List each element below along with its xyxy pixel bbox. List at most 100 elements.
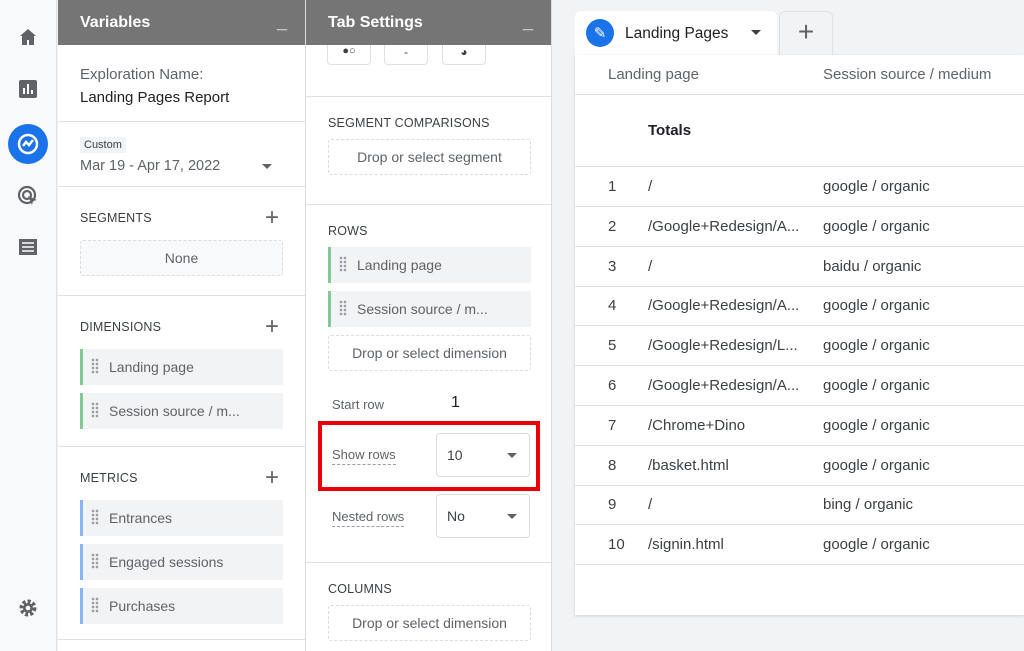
left-nav-rail [0,0,57,651]
configure-icon[interactable] [12,231,44,263]
metric-chip[interactable]: Purchases [80,588,283,624]
source-medium-cell: baidu / organic [823,258,921,275]
landing-page-cell: / [648,178,652,195]
date-range-picker[interactable]: Custom Mar 19 - Apr 17, 2022 [58,122,305,187]
scatter-viz-icon[interactable]: ●○ [327,45,371,65]
minimize-button[interactable]: _ [523,12,533,33]
landing-page-cell: /Google+Redesign/A... [648,297,799,314]
variables-panel: Variables_ Exploration Name: Landing Pag… [58,0,306,651]
chip-label: Entrances [109,510,172,526]
table-row[interactable]: 6/Google+Redesign/A...google / organic [575,366,1024,406]
exploration-name-input[interactable]: Landing Pages Report [80,89,229,106]
totals-label: Totals [648,122,691,139]
source-medium-cell: google / organic [823,377,930,394]
start-row-input[interactable]: 1 [451,394,460,412]
table-row[interactable]: 3 / baidu / organic [575,247,1024,287]
metric-chip[interactable]: Engaged sessions [80,544,283,580]
source-medium-cell: google / organic [823,536,930,553]
home-icon[interactable] [12,21,44,53]
source-medium-cell: google / organic [823,417,930,434]
add-tab-button[interactable]: + [779,11,833,56]
chevron-down-icon [507,453,517,463]
landing-page-cell: /Google+Redesign/L... [648,337,798,354]
chip-label: Purchases [109,598,175,614]
dimension-drop-zone[interactable]: Drop or select dimension [328,335,531,371]
row-chip[interactable]: Session source / m... [328,291,531,327]
row-index: 6 [608,377,616,394]
landing-page-cell: /Chrome+Dino [648,417,745,434]
geo-map-icon[interactable]: ◕ [442,45,486,65]
table-row[interactable]: 10/signin.html google / organic [575,525,1024,565]
column-drop-zone[interactable]: Drop or select dimension [328,605,531,641]
report-table: Landing page Session source / medium Tot… [575,55,1024,615]
source-medium-cell: google / organic [823,218,930,235]
segments-section: SEGMENTS + None [58,187,305,296]
show-rows-select[interactable]: 10 [436,433,530,477]
dimension-chip[interactable]: Session source / m... [80,393,283,429]
chevron-down-icon[interactable] [751,30,761,40]
drag-handle-icon[interactable] [91,509,99,525]
chip-label: Engaged sessions [109,554,223,570]
source-medium-cell: google / organic [823,178,930,195]
rows-title: ROWS [328,224,368,238]
nested-rows-label: Nested rows [332,509,404,524]
dimensions-title: DIMENSIONS [80,320,161,334]
tab-settings-header: Tab Settings _ [306,0,551,45]
explore-icon[interactable] [8,124,48,164]
row-index: 10 [608,536,625,553]
chip-label: Session source / m... [357,301,488,317]
table-row[interactable]: 4/Google+Redesign/A...google / organic [575,286,1024,326]
date-range: Mar 19 - Apr 17, 2022 [80,158,220,174]
row-index: 3 [608,258,616,275]
minimize-button[interactable]: _ [277,12,287,33]
nested-rows-select[interactable]: No [436,494,530,538]
exploration-name-section: Exploration Name: Landing Pages Report [58,45,305,122]
column-header[interactable]: Landing page [608,66,699,83]
row-index: 8 [608,457,616,474]
show-rows-label: Show rows [332,447,396,462]
table-header: Landing page Session source / medium [575,55,1024,95]
drag-handle-icon[interactable] [91,597,99,613]
chevron-down-icon [262,164,272,174]
chevron-down-icon [507,514,517,524]
table-row[interactable]: 7/Chrome+Dinogoogle / organic [575,406,1024,446]
chip-label: Landing page [357,257,442,273]
tab-landing-pages[interactable]: ✎ Landing Pages [575,11,777,56]
pencil-icon[interactable]: ✎ [586,19,614,47]
panel-title: Tab Settings [328,14,423,31]
advertising-icon[interactable] [12,180,44,212]
landing-page-cell: /signin.html [648,536,724,553]
drag-handle-icon[interactable] [91,402,99,418]
landing-page-cell: /basket.html [648,457,729,474]
add-metric-button[interactable]: + [265,466,279,490]
source-medium-cell: google / organic [823,337,930,354]
table-row[interactable]: 8/basket.htmlgoogle / organic [575,446,1024,486]
date-badge: Custom [80,137,126,153]
row-chip[interactable]: Landing page [328,247,531,283]
landing-page-cell: / [648,258,652,275]
column-header[interactable]: Session source / medium [823,66,991,83]
segment-drop-zone[interactable]: Drop or select segment [328,139,531,175]
table-row[interactable]: 1/google / organic [575,167,1024,207]
table-row[interactable]: 2/Google+Redesign/A...google / organic [575,207,1024,247]
dimension-chip[interactable]: Landing page [80,349,283,385]
dimensions-section: DIMENSIONS + Landing page Session source… [58,296,305,447]
add-segment-button[interactable]: + [265,206,279,230]
row-index: 5 [608,337,616,354]
drag-handle-icon[interactable] [91,358,99,374]
line-viz-icon[interactable]: - [384,45,428,65]
landing-page-cell: / [648,496,652,513]
gear-icon[interactable] [12,592,44,624]
drag-handle-icon[interactable] [339,300,347,316]
metric-chip[interactable]: Entrances [80,500,283,536]
table-row[interactable]: 9/bing / organic [575,485,1024,525]
drag-handle-icon[interactable] [91,553,99,569]
table-row[interactable]: 5/Google+Redesign/L... google / organic [575,326,1024,366]
add-dimension-button[interactable]: + [265,315,279,339]
segment-comparisons-section: SEGMENT COMPARISONS Drop or select segme… [306,97,551,205]
segment-none[interactable]: None [80,240,283,276]
tab-settings-panel: Tab Settings _ ●○ - ◕ SEGMENT COMPARISONS… [306,0,552,651]
reports-icon[interactable] [12,73,44,105]
drag-handle-icon[interactable] [339,256,347,272]
columns-title: COLUMNS [328,582,392,596]
